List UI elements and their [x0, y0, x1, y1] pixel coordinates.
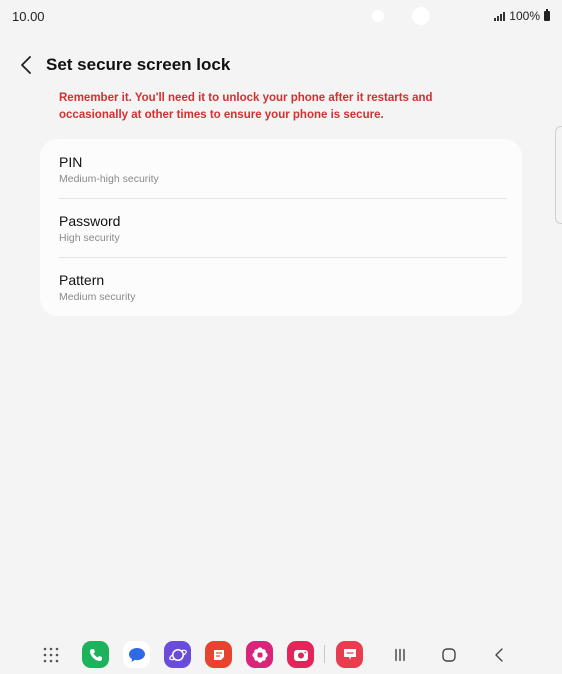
nav-back-button[interactable]: [486, 642, 512, 668]
camera-cutout-small: [372, 10, 384, 22]
message-bubble-icon: [128, 647, 145, 662]
lock-option-subtitle: Medium-high security: [59, 173, 159, 185]
recents-icon: [395, 648, 405, 662]
chevron-left-icon: [21, 56, 31, 74]
lock-option-title: Password: [59, 213, 121, 229]
gallery-app-icon[interactable]: [246, 641, 273, 668]
camera-app-icon[interactable]: [287, 641, 314, 668]
lock-option-pin[interactable]: PIN Medium-high security: [40, 139, 522, 198]
edge-panel-handle[interactable]: [555, 126, 562, 224]
internet-app-icon[interactable]: [164, 641, 191, 668]
header: Set secure screen lock: [0, 50, 562, 80]
app-drawer-icon[interactable]: [37, 641, 64, 668]
lock-option-subtitle: High security: [59, 232, 120, 244]
status-bar: 10.00 100%: [0, 0, 562, 32]
phone-app-icon[interactable]: [82, 641, 109, 668]
lock-option-subtitle: Medium security: [59, 291, 136, 303]
home-button[interactable]: [436, 642, 462, 668]
messages-app-icon[interactable]: [123, 641, 150, 668]
signal-icon: [494, 11, 506, 21]
chat-app-icon[interactable]: [336, 641, 363, 668]
note-icon: [213, 649, 224, 660]
back-button[interactable]: [14, 53, 38, 77]
lock-option-title: PIN: [59, 154, 83, 170]
camera-icon: [293, 649, 308, 661]
battery-icon: [544, 9, 550, 21]
status-indicators: 100%: [494, 9, 550, 23]
lock-option-title: Pattern: [59, 272, 105, 288]
warning-message: Remember it. You'll need it to unlock yo…: [59, 92, 433, 121]
planet-icon: [168, 648, 187, 661]
camera-cutout-large: [412, 7, 430, 25]
chat-card-icon: [343, 648, 356, 660]
battery-percentage: 100%: [509, 9, 540, 23]
taskbar-separator: [324, 645, 325, 663]
notes-app-icon[interactable]: [205, 641, 232, 668]
grid-dots-icon: [43, 647, 58, 662]
back-arrow-icon: [495, 648, 503, 662]
home-icon: [442, 648, 456, 662]
phone-handset-icon: [89, 648, 102, 661]
page-title: Set secure screen lock: [46, 55, 231, 74]
recent-apps-button[interactable]: [387, 642, 413, 668]
lock-options-card: PIN Medium-high security Password High s…: [40, 139, 522, 316]
lock-option-pattern[interactable]: Pattern Medium security: [40, 257, 522, 316]
lock-option-password[interactable]: Password High security: [40, 198, 522, 257]
flower-icon: [251, 646, 268, 663]
taskbar: [0, 634, 562, 674]
status-time: 10.00: [12, 9, 45, 24]
